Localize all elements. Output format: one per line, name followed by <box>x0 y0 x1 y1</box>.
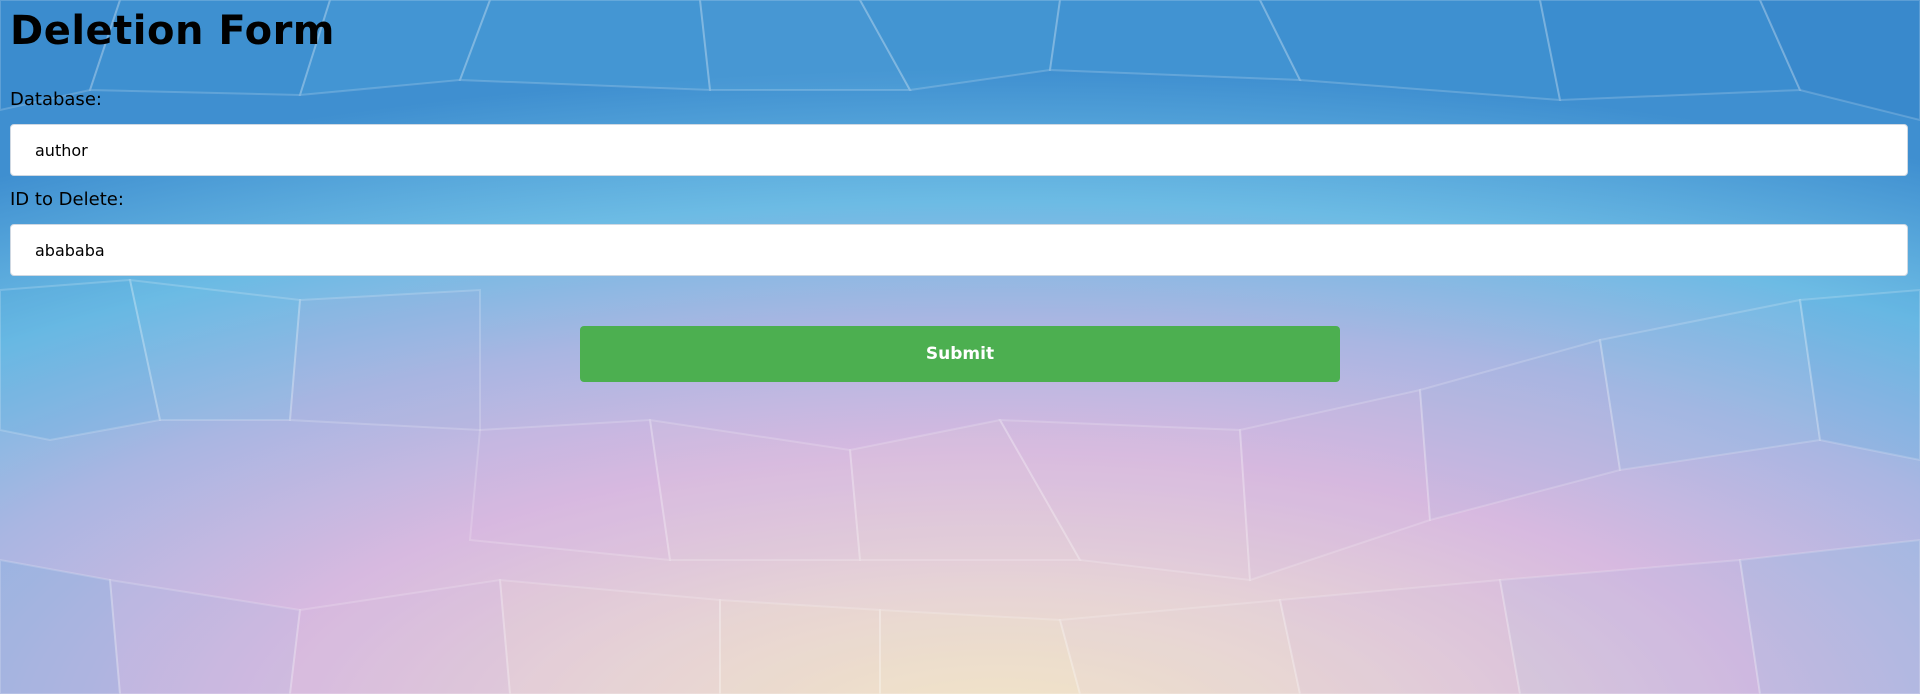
page-title: Deletion Form <box>10 8 335 54</box>
submit-button[interactable]: Submit <box>580 326 1340 382</box>
database-label: Database: <box>10 89 102 110</box>
deletion-form: Deletion Form Database: ID to Delete: Su… <box>0 0 1920 694</box>
id-to-delete-label: ID to Delete: <box>10 189 124 210</box>
id-to-delete-input[interactable] <box>10 224 1908 276</box>
database-input[interactable] <box>10 124 1908 176</box>
